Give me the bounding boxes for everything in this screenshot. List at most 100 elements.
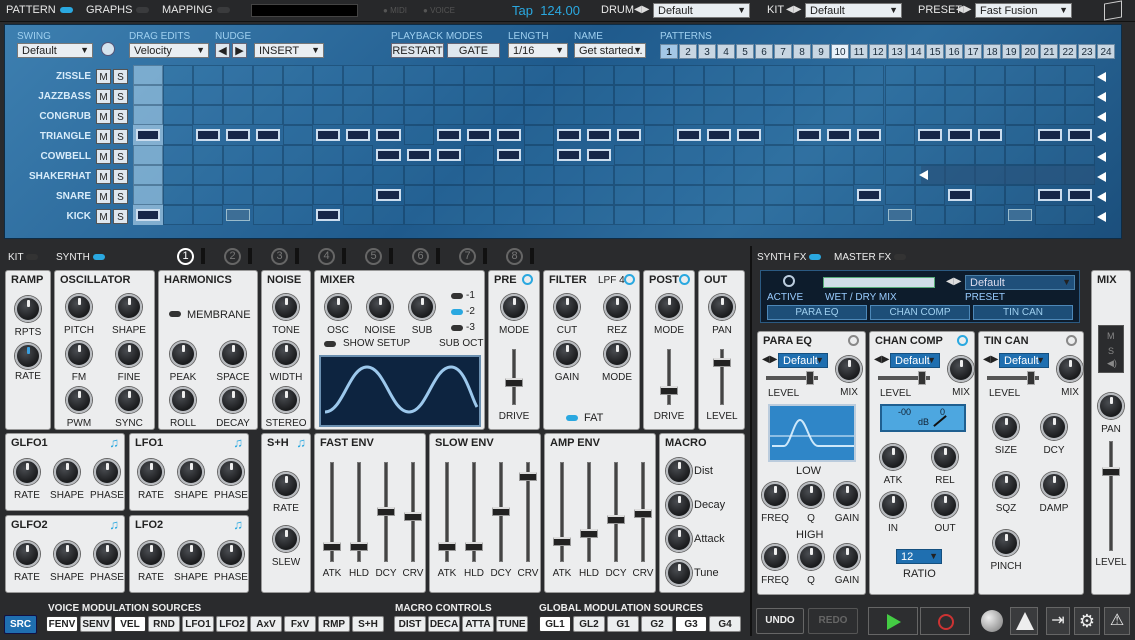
step-cell[interactable] bbox=[223, 185, 254, 205]
step-cell[interactable] bbox=[313, 65, 344, 85]
step-cell[interactable] bbox=[283, 125, 314, 145]
step-cell[interactable] bbox=[193, 205, 224, 225]
step-cell[interactable] bbox=[253, 165, 284, 185]
pattern-3-button[interactable]: 3 bbox=[698, 44, 716, 59]
step-cell[interactable] bbox=[463, 165, 494, 185]
power-icon[interactable] bbox=[957, 335, 968, 346]
step-cell[interactable] bbox=[616, 129, 641, 141]
sub-oct-3-toggle[interactable] bbox=[451, 325, 463, 331]
step-cell[interactable] bbox=[523, 205, 554, 225]
step-cell[interactable] bbox=[764, 65, 795, 85]
step-cell[interactable] bbox=[406, 149, 431, 161]
osc-fine-knob[interactable] bbox=[116, 341, 142, 367]
step-cell[interactable] bbox=[133, 185, 164, 205]
step-cell[interactable] bbox=[644, 85, 675, 105]
noise-tone-knob[interactable] bbox=[273, 294, 299, 320]
preset-arrows-icon[interactable]: ◀▶ bbox=[983, 354, 998, 365]
pattern-20-button[interactable]: 20 bbox=[1021, 44, 1039, 59]
step-cell[interactable] bbox=[1004, 105, 1035, 125]
macro-deca-button[interactable]: DECA bbox=[428, 616, 460, 632]
step-cell[interactable] bbox=[496, 149, 521, 161]
step-cell[interactable] bbox=[223, 105, 254, 125]
tin-size-knob[interactable] bbox=[993, 414, 1019, 440]
tin-dcy-knob[interactable] bbox=[1041, 414, 1067, 440]
step-cell[interactable] bbox=[824, 185, 855, 205]
gate-button[interactable]: GATE bbox=[447, 43, 500, 58]
step-cell[interactable] bbox=[583, 165, 614, 185]
length-select[interactable]: 1/16 bbox=[508, 43, 568, 58]
step-cell[interactable] bbox=[223, 65, 254, 85]
mix-knob[interactable] bbox=[948, 356, 974, 382]
step-cell[interactable] bbox=[253, 145, 284, 165]
global-g3-button[interactable]: G3 bbox=[675, 616, 707, 632]
track-name[interactable]: KICK bbox=[21, 211, 91, 222]
power-icon[interactable] bbox=[783, 275, 795, 287]
step-cell[interactable] bbox=[283, 65, 314, 85]
tap-tempo-button[interactable]: Tap 124.00 bbox=[512, 3, 580, 18]
fx-preset-select[interactable]: Default bbox=[890, 353, 940, 368]
out-level-fader[interactable] bbox=[713, 358, 731, 367]
drum-select[interactable]: Default bbox=[653, 3, 750, 18]
track-arrow-icon[interactable] bbox=[1097, 152, 1106, 162]
global-gl2-button[interactable]: GL2 bbox=[573, 616, 605, 632]
step-cell[interactable] bbox=[133, 65, 164, 85]
step-cell[interactable] bbox=[313, 145, 344, 165]
step-cell[interactable] bbox=[707, 129, 732, 141]
step-cell[interactable] bbox=[433, 185, 464, 205]
insert-select[interactable]: INSERT bbox=[254, 43, 324, 58]
step-cell[interactable] bbox=[493, 105, 524, 125]
voice-tab-6[interactable]: 6 bbox=[412, 248, 429, 265]
step-cell[interactable] bbox=[253, 85, 284, 105]
solo-button[interactable]: S bbox=[113, 129, 128, 144]
solo-button[interactable]: S bbox=[113, 69, 128, 84]
voice-tab-8[interactable]: 8 bbox=[506, 248, 523, 265]
step-cell[interactable] bbox=[734, 105, 765, 125]
step-cell[interactable] bbox=[884, 185, 915, 205]
voice-tab-5[interactable]: 5 bbox=[365, 248, 382, 265]
step-cell[interactable] bbox=[824, 145, 855, 165]
track-arrow-icon[interactable] bbox=[1097, 112, 1106, 122]
step-cell[interactable] bbox=[373, 165, 404, 185]
ramp-rate-knob[interactable] bbox=[15, 343, 41, 369]
global-g1-button[interactable]: G1 bbox=[607, 616, 639, 632]
mix-osc-knob[interactable] bbox=[325, 294, 351, 320]
mute-button[interactable]: M bbox=[96, 69, 111, 84]
step-cell[interactable] bbox=[764, 125, 795, 145]
step-cell[interactable] bbox=[556, 129, 581, 141]
fx-preset-arrows-icon[interactable]: ◀▶ bbox=[946, 276, 961, 287]
pattern-16-button[interactable]: 16 bbox=[945, 44, 963, 59]
mix-pan-knob[interactable] bbox=[1098, 393, 1124, 419]
step-cell[interactable] bbox=[1034, 145, 1065, 165]
step-cell[interactable] bbox=[193, 65, 224, 85]
step-cell[interactable] bbox=[163, 165, 194, 185]
macro-tune-knob[interactable] bbox=[666, 560, 692, 586]
fat-toggle[interactable] bbox=[566, 415, 578, 421]
step-cell[interactable] bbox=[433, 85, 464, 105]
track-name[interactable]: SNARE bbox=[21, 191, 91, 202]
record-button[interactable] bbox=[920, 607, 970, 635]
lfo2-panel-rate-knob[interactable] bbox=[138, 541, 164, 567]
step-cell[interactable] bbox=[824, 85, 855, 105]
rpts-knob[interactable] bbox=[15, 296, 41, 322]
low-q-knob[interactable] bbox=[798, 482, 824, 508]
step-cell[interactable] bbox=[496, 129, 521, 141]
step-cell[interactable] bbox=[734, 185, 765, 205]
preset-select[interactable]: Fast Fusion bbox=[975, 3, 1072, 18]
fx-slot-button[interactable]: CHAN COMP bbox=[870, 305, 970, 320]
step-cell[interactable] bbox=[313, 105, 344, 125]
step-cell[interactable] bbox=[644, 145, 675, 165]
solo-button[interactable]: S bbox=[113, 89, 128, 104]
step-cell[interactable] bbox=[163, 185, 194, 205]
step-cell[interactable] bbox=[674, 145, 705, 165]
step-cell[interactable] bbox=[223, 85, 254, 105]
level-slider[interactable] bbox=[918, 371, 926, 385]
comp-atk-knob[interactable] bbox=[880, 444, 906, 470]
fast-env-panel-crv-fader[interactable] bbox=[404, 512, 422, 521]
global-gl1-button[interactable]: GL1 bbox=[539, 616, 571, 632]
step-cell[interactable] bbox=[553, 85, 584, 105]
step-cell[interactable] bbox=[914, 185, 945, 205]
step-cell[interactable] bbox=[794, 105, 825, 125]
voice-tab-7[interactable]: 7 bbox=[459, 248, 476, 265]
step-cell[interactable] bbox=[884, 125, 915, 145]
post-drive-fader[interactable] bbox=[660, 386, 678, 395]
